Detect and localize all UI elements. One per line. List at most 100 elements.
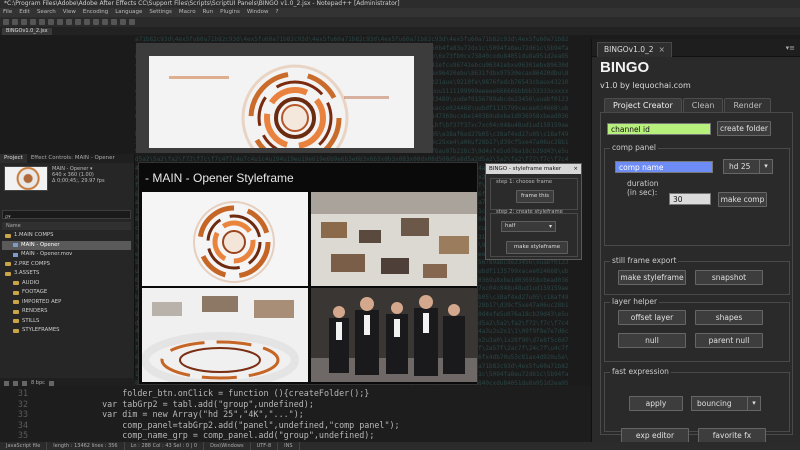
menu-item[interactable]: Plugins <box>220 8 240 17</box>
close-icon[interactable]: × <box>659 45 665 54</box>
menu-item[interactable]: Search <box>37 8 56 17</box>
bingo-panel-tab[interactable]: BINGOv1.0_2 × <box>597 42 672 57</box>
code-line[interactable]: 35 comp_name_grp = comp_panel.add("group… <box>0 430 590 440</box>
project-item-label: RENDERS <box>22 308 48 314</box>
editor-tab[interactable]: BINGOv1.0_2.jsx <box>2 28 52 35</box>
paste-icon[interactable] <box>75 19 81 25</box>
folder-icon <box>5 233 11 238</box>
undo-icon[interactable] <box>84 19 90 25</box>
project-item[interactable]: 1.MAIN COMPS <box>2 231 131 241</box>
project-item[interactable]: AUDIO <box>2 279 131 289</box>
save-icon[interactable] <box>21 19 27 25</box>
tab-project-creator[interactable]: Project Creator <box>604 98 682 112</box>
make-styleframe-button[interactable]: make styleframe <box>618 270 686 285</box>
favorite-fx-button[interactable]: favorite fx <box>698 428 766 443</box>
opener-render <box>149 56 414 148</box>
close-icon[interactable]: × <box>573 164 578 174</box>
status-segment: Ln : 288 Col : 43 Sel : 0 | 0 <box>125 442 205 450</box>
channel-id-input[interactable]: channel id <box>607 123 711 135</box>
comp-name-input[interactable]: comp name <box>615 161 713 173</box>
styleframe-cell-4 <box>311 288 477 382</box>
code-editor[interactable]: 31 folder_btn.onClick = function (){crea… <box>0 386 590 442</box>
new-file-icon[interactable] <box>3 19 9 25</box>
make-comp-button[interactable]: make comp <box>718 192 767 207</box>
project-item[interactable]: 3.ASSETS <box>2 269 131 279</box>
comp-viewer-frame[interactable] <box>149 56 414 148</box>
frame-this-button[interactable]: frame this <box>516 190 554 203</box>
resolution-value: hd 25 <box>729 162 751 171</box>
apply-button[interactable]: apply <box>629 396 683 411</box>
menu-item[interactable]: Settings <box>149 8 172 17</box>
cut-icon[interactable] <box>57 19 63 25</box>
parent-null-button[interactable]: parent null <box>695 333 763 348</box>
code-line[interactable]: 33 var dim = new Array("hd 25","4K","...… <box>0 409 590 419</box>
redo-icon[interactable] <box>93 19 99 25</box>
interpret-footage-icon[interactable] <box>4 380 9 386</box>
project-item[interactable]: MAIN - Opener <box>2 240 131 250</box>
menu-item[interactable]: View <box>63 8 76 17</box>
code-line[interactable]: 32 var tabGrp2 = tabl.add("group",undefi… <box>0 399 590 409</box>
project-item-label: STYLEFRAMES <box>22 327 60 333</box>
tab-clean[interactable]: Clean <box>682 98 724 112</box>
project-item[interactable]: STYLEFRAMES <box>2 326 131 336</box>
trash-icon[interactable] <box>48 380 54 386</box>
menu-item[interactable]: Window <box>247 8 269 17</box>
styleframe-cell-1 <box>142 192 308 286</box>
project-item[interactable]: FOOTAGE <box>2 288 131 298</box>
tab-render[interactable]: Render <box>724 98 771 112</box>
shapes-button[interactable]: shapes <box>695 310 763 325</box>
project-item[interactable]: MAIN - Opener.mov <box>2 250 131 260</box>
menu-item[interactable]: Encoding <box>83 8 108 17</box>
snapshot-button[interactable]: snapshot <box>695 270 763 285</box>
resolution-select[interactable]: hd 25 ▾ <box>723 159 773 174</box>
close-icon[interactable] <box>39 19 45 25</box>
styleframe-title: - MAIN - Opener Styleframe <box>145 171 294 185</box>
exp-editor-button[interactable]: exp editor <box>621 428 689 443</box>
menu-item[interactable]: ? <box>276 8 279 17</box>
tab-effect-controls[interactable]: Effect Controls: MAIN - Opener <box>27 154 119 163</box>
project-item[interactable]: RENDERS <box>2 307 131 317</box>
folder-icon <box>5 262 11 267</box>
offset-layer-button[interactable]: offset layer <box>618 310 686 325</box>
expression-value: bouncing <box>697 399 732 408</box>
tab-project[interactable]: Project <box>0 154 27 163</box>
styleframe-mode-select[interactable]: half <box>501 221 556 232</box>
comp-thumbnail <box>4 166 48 191</box>
panel-menu-icon[interactable]: ▾≡ <box>786 44 795 52</box>
project-tabs: Project Effect Controls: MAIN - Opener <box>0 154 134 163</box>
project-search-input[interactable]: ρ▾ <box>2 210 131 220</box>
open-file-icon[interactable] <box>12 19 18 25</box>
find-icon[interactable] <box>102 19 108 25</box>
make-styleframe-dialog-button[interactable]: make styleframe <box>506 241 568 254</box>
print-icon[interactable] <box>48 19 54 25</box>
menu-item[interactable]: File <box>3 8 12 17</box>
menu-item[interactable]: Language <box>115 8 142 17</box>
zoom-in-icon[interactable] <box>120 19 126 25</box>
project-item[interactable]: 2.PRE COMPS <box>2 260 131 270</box>
project-item[interactable]: IMPORTED AEP <box>2 298 131 308</box>
menu-item[interactable]: Run <box>203 8 214 17</box>
project-item-label: FOOTAGE <box>22 289 48 295</box>
column-header-name[interactable]: Name <box>2 222 131 230</box>
code-line[interactable]: 31 folder_btn.onClick = function (){crea… <box>0 388 590 398</box>
menu-item[interactable]: Macro <box>179 8 196 17</box>
create-folder-button[interactable]: create folder <box>717 121 771 136</box>
new-comp-icon[interactable] <box>22 380 27 386</box>
expression-select[interactable]: bouncing ▾ <box>691 396 761 411</box>
zoom-out-icon[interactable] <box>129 19 135 25</box>
project-item[interactable]: STILLS <box>2 317 131 327</box>
null-button[interactable]: null <box>618 333 686 348</box>
comp-viewer <box>136 43 433 153</box>
save-all-icon[interactable] <box>30 19 36 25</box>
copy-icon[interactable] <box>66 19 72 25</box>
menu-item[interactable]: Edit <box>19 8 30 17</box>
styleframe-cell-2 <box>311 192 477 286</box>
new-folder-icon[interactable] <box>13 380 18 386</box>
code-line[interactable]: 34 comp_panel=tabGrp2.add("panel",undefi… <box>0 420 590 430</box>
dialog-titlebar[interactable]: BINGO - styleframe maker × <box>486 164 581 174</box>
code-text: comp_name_grp = comp_panel.add("group",u… <box>122 430 375 440</box>
frame-2-image <box>311 192 477 286</box>
duration-input[interactable]: 30 <box>669 193 711 205</box>
replace-icon[interactable] <box>111 19 117 25</box>
